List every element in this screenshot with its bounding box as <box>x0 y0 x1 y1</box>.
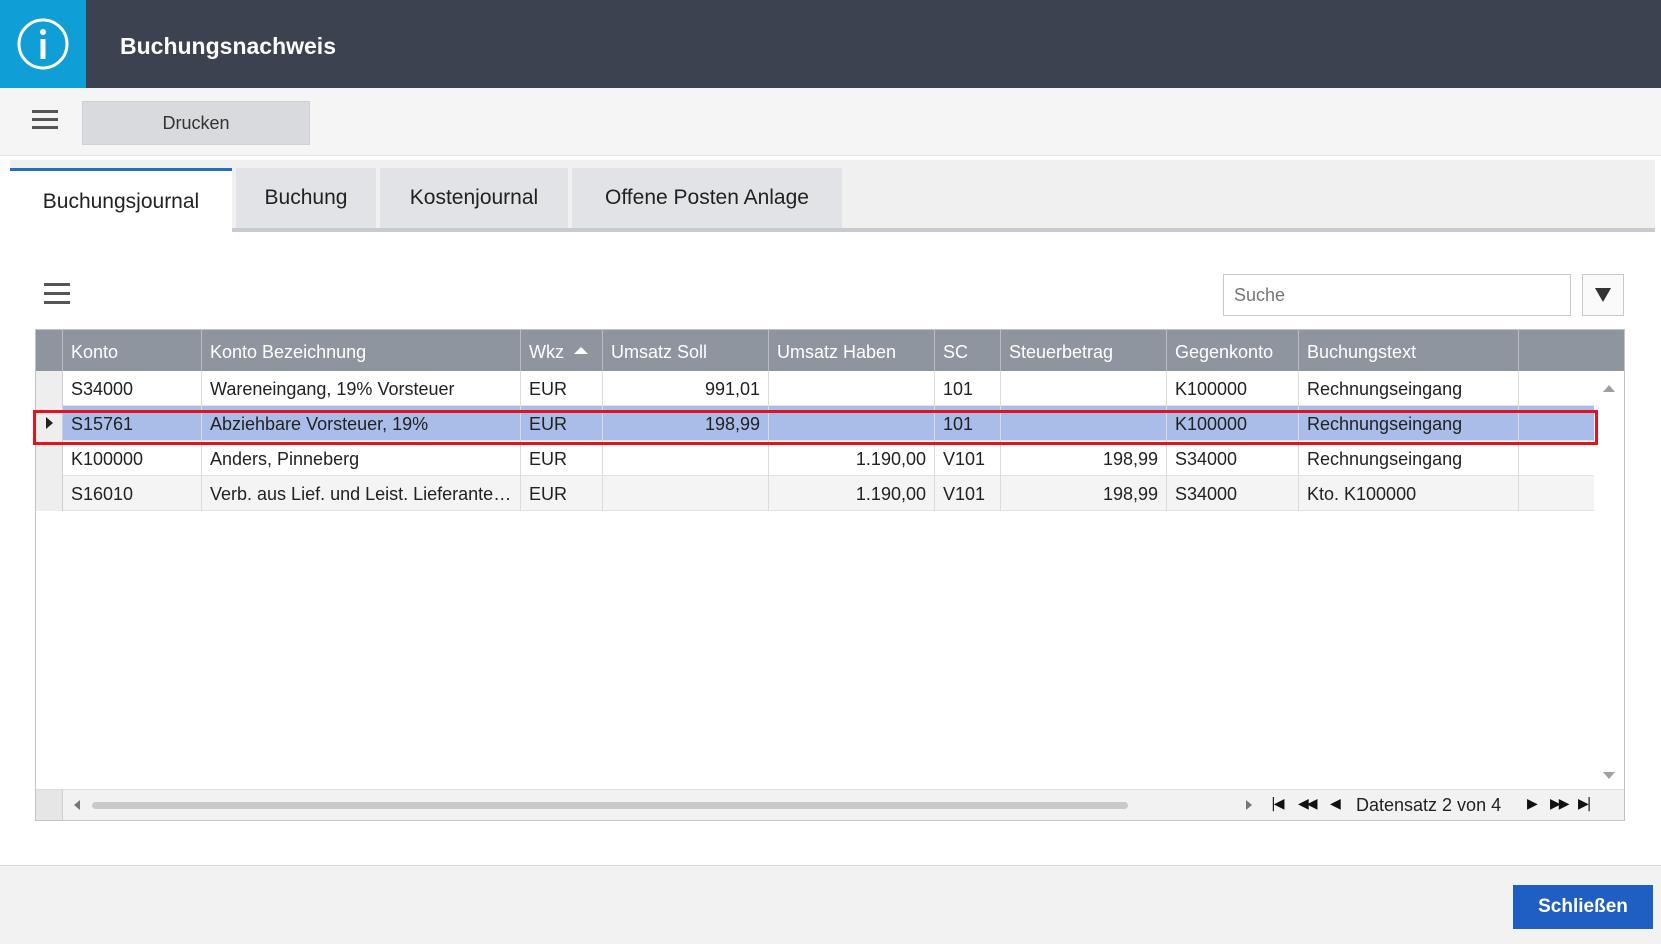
cell-sc: V101 <box>935 476 1001 511</box>
cell-steuerbetrag: 198,99 <box>1001 441 1167 476</box>
cell-wkz: EUR <box>521 441 603 476</box>
cell-konto-bezeichnung: Verb. aus Lief. und Leist. Lieferanten..… <box>202 476 521 511</box>
previous-record-icon[interactable]: ◀ <box>1330 796 1341 816</box>
vertical-scrollbar[interactable] <box>1594 371 1624 789</box>
cell-gegenkonto: S34000 <box>1167 441 1299 476</box>
table-row[interactable]: S16010 Verb. aus Lief. und Leist. Liefer… <box>36 476 1596 511</box>
first-record-icon[interactable]: |◀ <box>1271 796 1285 816</box>
cell-umsatz-haben <box>769 371 935 406</box>
tab-buchung[interactable]: Buchung <box>236 168 376 228</box>
dialog-footer: Schließen <box>0 865 1661 944</box>
print-button[interactable]: Drucken <box>82 101 310 145</box>
tab-buchungsjournal[interactable]: Buchungsjournal <box>10 168 232 232</box>
column-header-gegenkonto[interactable]: Gegenkonto <box>1167 330 1299 371</box>
table-row[interactable]: S34000 Wareneingang, 19% Vorsteuer EUR 9… <box>36 371 1596 406</box>
cell-buchungstext: Rechnungseingang <box>1299 371 1519 406</box>
cell-wkz: EUR <box>521 406 603 441</box>
row-header-corner <box>36 330 63 371</box>
title-bar: Buchungsnachweis <box>0 0 1661 88</box>
cell-konto: S15761 <box>63 406 202 441</box>
cell-umsatz-haben <box>769 406 935 441</box>
cell-sc: V101 <box>935 441 1001 476</box>
cell-umsatz-haben: 1.190,00 <box>769 441 935 476</box>
cell-gegenkonto: K100000 <box>1167 406 1299 441</box>
column-header-umsatz-haben[interactable]: Umsatz Haben <box>769 330 935 371</box>
cell-buchungstext: Rechnungseingang <box>1299 441 1519 476</box>
toolbar: Drucken <box>0 88 1661 156</box>
grid-header: Konto Konto Bezeichnung Wkz Umsatz Soll … <box>36 330 1624 371</box>
cell-konto: S34000 <box>63 371 202 406</box>
scroll-right-icon[interactable] <box>1246 800 1252 810</box>
column-header-wkz-label: Wkz <box>529 342 564 362</box>
cell-umsatz-soll: 198,99 <box>603 406 769 441</box>
cell-buchungstext: Kto. K100000 <box>1299 476 1519 511</box>
tab-offene-posten-anlage[interactable]: Offene Posten Anlage <box>572 168 842 228</box>
info-icon <box>0 0 86 88</box>
cell-steuerbetrag <box>1001 371 1167 406</box>
cell-umsatz-soll: 991,01 <box>603 371 769 406</box>
cell-umsatz-haben: 1.190,00 <box>769 476 935 511</box>
cell-konto: S16010 <box>63 476 202 511</box>
record-position-label: Datensatz 2 von 4 <box>1356 795 1502 815</box>
column-header-umsatz-soll[interactable]: Umsatz Soll <box>603 330 769 371</box>
row-header[interactable] <box>36 371 63 406</box>
horizontal-scrollbar[interactable] <box>92 802 1128 809</box>
cell-buchungstext: Rechnungseingang <box>1299 406 1519 441</box>
cell-konto: K100000 <box>63 441 202 476</box>
row-header[interactable] <box>36 476 63 511</box>
cell-konto-bezeichnung: Anders, Pinneberg <box>202 441 521 476</box>
table-row[interactable]: K100000 Anders, Pinneberg EUR 1.190,00 V… <box>36 441 1596 476</box>
cell-wkz: EUR <box>521 476 603 511</box>
tab-kostenjournal[interactable]: Kostenjournal <box>380 168 568 228</box>
hamburger-menu-icon[interactable] <box>30 104 62 136</box>
cell-gegenkonto: K100000 <box>1167 371 1299 406</box>
cell-wkz: EUR <box>521 371 603 406</box>
cell-sc: 101 <box>935 406 1001 441</box>
scroll-left-icon[interactable] <box>74 800 80 810</box>
current-row-caret-icon <box>46 417 53 429</box>
cell-konto-bezeichnung: Abziehbare Vorsteuer, 19% <box>202 406 521 441</box>
column-header-buchungstext[interactable]: Buchungstext <box>1299 330 1519 371</box>
row-header[interactable] <box>36 406 63 441</box>
cell-gegenkonto: S34000 <box>1167 476 1299 511</box>
filter-icon[interactable] <box>1582 274 1624 316</box>
tab-strip: Buchungsjournal Buchung Kostenjournal Of… <box>10 160 1655 232</box>
grid-menu-icon[interactable] <box>42 280 72 310</box>
next-record-icon[interactable]: ▶ <box>1527 796 1538 816</box>
table-row-selected[interactable]: S15761 Abziehbare Vorsteuer, 19% EUR 198… <box>36 406 1596 441</box>
column-header-konto[interactable]: Konto <box>63 330 202 371</box>
scroll-down-icon[interactable] <box>1603 772 1615 779</box>
window-title: Buchungsnachweis <box>120 33 336 59</box>
sort-ascending-icon <box>574 347 588 354</box>
cell-steuerbetrag <box>1001 406 1167 441</box>
grid-navigator-bar: |◀ ◀◀ ◀ Datensatz 2 von 4 ▶ ▶▶ ▶| <box>36 789 1624 820</box>
column-header-konto-bezeichnung[interactable]: Konto Bezeichnung <box>202 330 521 371</box>
previous-page-icon[interactable]: ◀◀ <box>1298 796 1317 816</box>
cell-steuerbetrag: 198,99 <box>1001 476 1167 511</box>
column-header-wkz[interactable]: Wkz <box>521 330 603 371</box>
row-header[interactable] <box>36 441 63 476</box>
scroll-up-icon[interactable] <box>1603 385 1615 392</box>
next-page-icon[interactable]: ▶▶ <box>1550 796 1569 816</box>
journal-grid: Konto Konto Bezeichnung Wkz Umsatz Soll … <box>35 329 1625 821</box>
close-button[interactable]: Schließen <box>1513 885 1653 929</box>
column-header-filler <box>1519 330 1624 371</box>
cell-sc: 101 <box>935 371 1001 406</box>
cell-umsatz-soll <box>603 441 769 476</box>
column-header-sc[interactable]: SC <box>935 330 1001 371</box>
search-input[interactable] <box>1223 274 1571 316</box>
cell-konto-bezeichnung: Wareneingang, 19% Vorsteuer <box>202 371 521 406</box>
last-record-icon[interactable]: ▶| <box>1578 796 1592 816</box>
column-header-steuerbetrag[interactable]: Steuerbetrag <box>1001 330 1167 371</box>
cell-umsatz-soll <box>603 476 769 511</box>
navigator-corner <box>36 790 63 820</box>
